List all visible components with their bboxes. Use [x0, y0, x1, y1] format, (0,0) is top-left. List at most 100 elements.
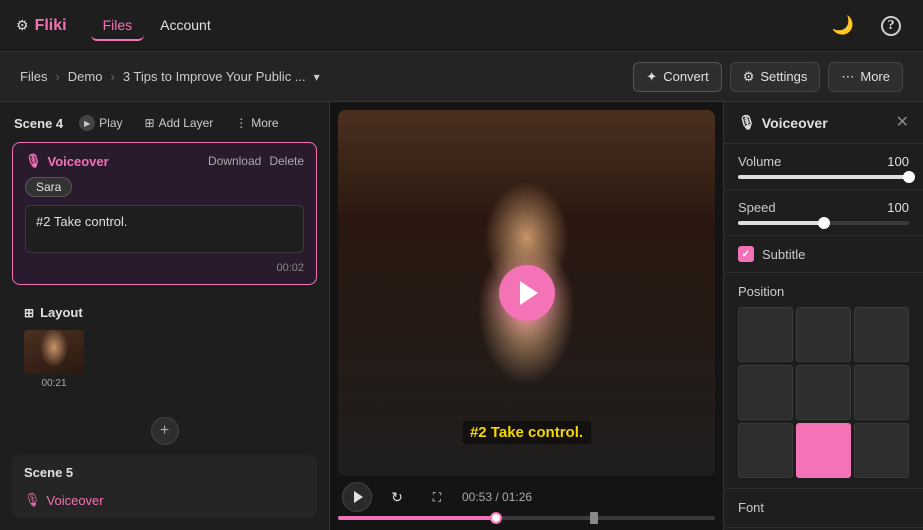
timeline-fill — [338, 516, 496, 520]
scene5-voiceover: 🎙 Voiceover — [24, 492, 305, 508]
pos-cell-4[interactable] — [738, 365, 793, 420]
breadcrumb-file[interactable]: 3 Tips to Improve Your Public ... — [123, 69, 306, 84]
small-play-icon — [354, 491, 363, 503]
app-name: Fliki — [35, 17, 67, 35]
play-icon: ▶ — [79, 115, 95, 131]
pos-cell-5[interactable] — [796, 365, 851, 420]
fullscreen-button[interactable]: ⛶ — [422, 482, 452, 512]
help-button[interactable]: ? — [875, 10, 907, 42]
scene4-add-layer-label: Add Layer — [159, 116, 214, 130]
convert-button[interactable]: ✦ Convert — [633, 62, 721, 92]
pos-cell-9[interactable] — [854, 423, 909, 478]
more-button[interactable]: ⋯ More — [828, 62, 903, 92]
pos-cell-8[interactable] — [796, 423, 851, 478]
speed-value: 100 — [887, 200, 909, 215]
pos-cell-7[interactable] — [738, 423, 793, 478]
nav-files[interactable]: Files — [91, 11, 145, 41]
timeline-thumb[interactable] — [490, 512, 502, 524]
pos-cell-1[interactable] — [738, 307, 793, 362]
video-play-button[interactable] — [499, 265, 555, 321]
scene5-section: Scene 5 🎙 Voiceover — [12, 455, 317, 518]
scene5-voiceover-label: Voiceover — [47, 493, 104, 508]
subtitle-checkbox-row: ✓ Subtitle — [738, 246, 909, 262]
delete-button[interactable]: Delete — [269, 154, 304, 168]
download-button[interactable]: Download — [208, 154, 261, 168]
pos-cell-2[interactable] — [796, 307, 851, 362]
volume-label: Volume — [738, 154, 781, 169]
position-section: Position — [724, 273, 923, 489]
breadcrumb: Files › Demo › 3 Tips to Improve Your Pu… — [20, 69, 621, 84]
speed-thumb[interactable] — [818, 217, 830, 229]
layout-header: ⊞ Layout — [24, 305, 305, 320]
voice-text-input[interactable]: #2 Take control. — [25, 205, 304, 253]
timeline-marker — [590, 512, 598, 524]
volume-value: 100 — [887, 154, 909, 169]
voice-name: Sara — [36, 180, 61, 194]
voiceover-title-text: Voiceover — [48, 154, 109, 169]
breadcrumb-actions: ✦ Convert ⚙ Settings ⋯ More — [633, 62, 903, 92]
scene4-header: Scene 4 ▶ Play ⊞ Add Layer ⋮ More — [0, 102, 329, 142]
video-subtitle: #2 Take control. — [462, 421, 591, 444]
pos-cell-3[interactable] — [854, 307, 909, 362]
breadcrumb-dropdown[interactable]: ▾ — [314, 70, 320, 84]
speed-label: Speed — [738, 200, 776, 215]
controls-bar: ↻ ⛶ 00:53 / 01:26 — [338, 476, 715, 514]
nav-logo: ⚙ Fliki — [16, 17, 67, 35]
volume-fill — [738, 175, 909, 179]
scene5-title: Scene 5 — [24, 465, 73, 480]
play-triangle-icon — [520, 281, 538, 305]
breadcrumb-files[interactable]: Files — [20, 69, 47, 84]
convert-label: Convert — [663, 69, 709, 84]
dark-mode-button[interactable]: 🌙 — [827, 10, 859, 42]
layout-duration: 00:21 — [24, 378, 84, 389]
position-label: Position — [738, 284, 784, 299]
main-layout: Scene 4 ▶ Play ⊞ Add Layer ⋮ More 🎙 Voic… — [0, 102, 923, 530]
panel-close-button[interactable]: ✕ — [896, 115, 909, 131]
scene4-add-layer-button[interactable]: ⊞ Add Layer — [139, 113, 220, 133]
speed-slider[interactable] — [738, 221, 909, 225]
breadcrumb-demo[interactable]: Demo — [68, 69, 103, 84]
settings-label: Settings — [760, 69, 807, 84]
more-dots-icon: ⋯ — [841, 69, 854, 85]
restart-button[interactable]: ↻ — [382, 482, 412, 512]
layout-thumbnail[interactable]: 00:21 — [24, 330, 84, 389]
font-section: Font — [724, 489, 923, 528]
scene4-more-icon: ⋮ — [235, 116, 247, 130]
layout-grid-icon: ⊞ — [24, 306, 34, 320]
left-panel: Scene 4 ▶ Play ⊞ Add Layer ⋮ More 🎙 Voic… — [0, 102, 330, 530]
current-time: 00:53 — [462, 490, 492, 504]
speed-row: Speed 100 — [738, 200, 909, 215]
pos-cell-6[interactable] — [854, 365, 909, 420]
nav-right: 🌙 ? — [827, 10, 907, 42]
scene5-header: Scene 5 — [24, 465, 305, 486]
speed-fill — [738, 221, 824, 225]
scene4-more-button[interactable]: ⋮ More — [229, 113, 284, 133]
scene4-play-button[interactable]: ▶ Play — [73, 112, 128, 134]
volume-section: Volume 100 — [724, 144, 923, 190]
total-time: 01:26 — [502, 490, 532, 504]
panel-title: 🎙 Voiceover — [738, 114, 828, 131]
scene4-play-label: Play — [99, 116, 122, 130]
subtitle-checkbox[interactable]: ✓ — [738, 246, 754, 262]
volume-thumb[interactable] — [903, 171, 915, 183]
voiceover-title: 🎙 Voiceover — [25, 153, 109, 169]
font-label: Font — [738, 500, 764, 515]
voiceover-section: 🎙 Voiceover Download Delete Sara #2 Take… — [12, 142, 317, 285]
mic-icon: 🎙 — [25, 153, 42, 169]
scene4-more-label: More — [251, 116, 278, 130]
settings-button[interactable]: ⚙ Settings — [730, 62, 821, 92]
timeline-track[interactable] — [338, 516, 715, 520]
top-nav: ⚙ Fliki Files Account 🌙 ? — [0, 0, 923, 52]
timeline-bar[interactable] — [338, 514, 715, 522]
add-scene-button[interactable]: + — [151, 417, 179, 445]
nav-account[interactable]: Account — [148, 11, 223, 41]
center-panel: #2 Take control. ↻ ⛶ 00:53 / 01:26 — [330, 102, 723, 530]
volume-slider[interactable] — [738, 175, 909, 179]
settings-gear-icon: ⚙ — [743, 69, 755, 85]
voice-tag[interactable]: Sara — [25, 177, 72, 197]
subtitle-section: ✓ Subtitle — [724, 236, 923, 273]
panel-title-text: Voiceover — [762, 115, 828, 131]
play-button[interactable] — [342, 482, 372, 512]
volume-row: Volume 100 — [738, 154, 909, 169]
subtitle-label: Subtitle — [762, 247, 805, 262]
